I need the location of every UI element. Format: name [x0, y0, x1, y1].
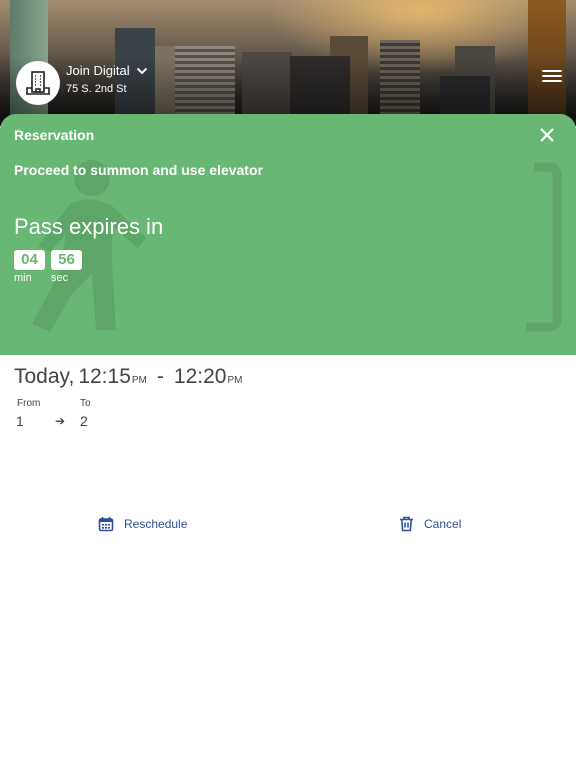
building-icon [26, 71, 50, 95]
cancel-label: Cancel [424, 517, 462, 531]
hamburger-menu-icon[interactable] [542, 70, 562, 86]
start-time: 12:15 [78, 365, 131, 388]
timer-minutes: 04 min [14, 250, 45, 284]
site-avatar[interactable] [16, 61, 60, 105]
header-hero: Join Digital 75 S. 2nd St [0, 0, 576, 126]
site-address: 75 S. 2nd St [66, 83, 127, 95]
reservation-panel: Reservation Proceed to summon and use el… [0, 114, 576, 355]
site-selector[interactable]: Join Digital [66, 63, 148, 78]
countdown-timer: 04 min 56 sec [14, 250, 82, 284]
calendar-icon [98, 517, 114, 532]
timer-seconds: 56 sec [51, 250, 82, 284]
start-ampm: PM [131, 375, 147, 386]
site-name: Join Digital [66, 63, 130, 78]
panel-title: Reservation [14, 127, 95, 143]
arrow-right-icon: ➔ [55, 414, 66, 428]
time-separator: - [156, 365, 164, 388]
cancel-button[interactable]: Cancel [399, 516, 461, 532]
reschedule-label: Reschedule [124, 517, 188, 531]
end-time: 12:20 [173, 365, 227, 388]
to-label: To [80, 398, 91, 409]
instruction-text: Proceed to summon and use elevator [14, 162, 263, 178]
close-icon[interactable] [538, 126, 556, 144]
expires-label: Pass expires in [14, 214, 164, 239]
seconds-label: sec [51, 272, 69, 284]
from-floor: 1 [16, 413, 24, 429]
reservation-time: Today, 12:15 PM - 12:20 PM [14, 365, 242, 389]
end-ampm: PM [227, 375, 243, 386]
walking-person-icon [32, 160, 146, 332]
trash-icon [400, 516, 413, 532]
minutes-value: 04 [14, 250, 45, 270]
reschedule-button[interactable]: Reschedule [98, 516, 187, 532]
minutes-label: min [14, 272, 32, 284]
chevron-down-icon [136, 67, 147, 74]
day-label: Today, [14, 365, 75, 388]
door-bracket-icon [526, 162, 562, 332]
from-label: From [17, 398, 41, 409]
to-floor: 2 [80, 413, 88, 429]
seconds-value: 56 [51, 250, 82, 270]
